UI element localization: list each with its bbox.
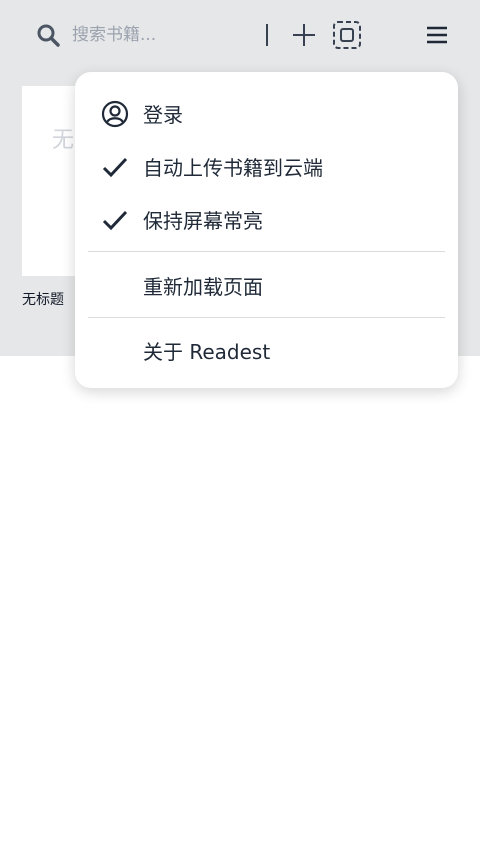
- menu-item-keep-screen-on[interactable]: 保持屏幕常亮: [75, 194, 458, 242]
- menu-item-label: 关于 Readest: [143, 340, 271, 364]
- user-circle-icon: [101, 100, 129, 128]
- menu-item-login[interactable]: 登录: [75, 88, 458, 136]
- menu-item-label: 自动上传书籍到云端: [143, 156, 323, 180]
- menu-item-reload-page[interactable]: 重新加载页面: [75, 260, 458, 308]
- add-book-button[interactable]: [290, 21, 318, 49]
- menu-divider: [88, 317, 445, 318]
- menu-item-label: 保持屏幕常亮: [143, 209, 263, 233]
- check-icon: [102, 157, 128, 178]
- menu-item-label: 重新加载页面: [143, 275, 263, 299]
- book-progress: 67%: [22, 314, 49, 328]
- book-title[interactable]: 无标题: [22, 289, 64, 309]
- check-icon: [102, 210, 128, 231]
- search-icon[interactable]: [36, 23, 60, 47]
- hamburger-menu-button[interactable]: [424, 22, 450, 48]
- toolbar-divider: [266, 24, 268, 46]
- search-input[interactable]: [72, 20, 252, 50]
- menu-divider: [88, 251, 445, 252]
- menu-item-about[interactable]: 关于 Readest: [75, 325, 458, 373]
- book-cover-text: 无: [52, 128, 75, 153]
- menu-item-auto-upload[interactable]: 自动上传书籍到云端: [75, 141, 458, 189]
- select-mode-button[interactable]: [332, 20, 362, 50]
- menu-item-label: 登录: [143, 103, 183, 127]
- settings-dropdown-menu: 登录 自动上传书籍到云端 保持屏幕常亮 重新加载页面 关于 Readest: [75, 72, 458, 388]
